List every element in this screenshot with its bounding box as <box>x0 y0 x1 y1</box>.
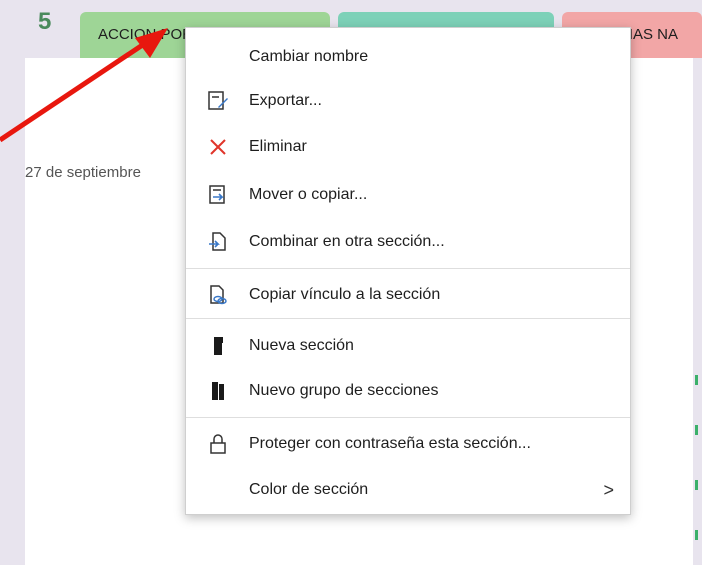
move-copy-icon <box>206 183 230 207</box>
menu-item-label: Color de sección <box>249 481 369 498</box>
menu-separator <box>186 318 630 319</box>
menu-item-rename[interactable]: Cambiar nombre <box>186 35 630 79</box>
menu-item-label: Combinar en otra sección... <box>249 233 445 250</box>
section-context-menu: Cambiar nombre Exportar... Eliminar Move… <box>185 27 631 515</box>
menu-item-new-section[interactable]: Nueva sección <box>186 324 630 368</box>
menu-item-password-protect[interactable]: Proteger con contraseña esta sección... <box>186 422 630 466</box>
lock-icon <box>206 432 230 456</box>
menu-item-label: Proteger con contraseña esta sección... <box>249 435 531 452</box>
menu-separator <box>186 417 630 418</box>
menu-separator <box>186 268 630 269</box>
merge-icon <box>206 230 230 254</box>
menu-item-copy-link[interactable]: Copiar vínculo a la sección <box>186 273 630 317</box>
menu-item-merge[interactable]: Combinar en otra sección... <box>186 220 630 264</box>
delete-x-icon <box>206 135 230 159</box>
menu-item-new-section-group[interactable]: Nuevo grupo de secciones <box>186 369 630 413</box>
menu-item-label: Eliminar <box>249 138 307 155</box>
copy-link-icon <box>206 283 230 307</box>
menu-item-section-color[interactable]: Color de sección > <box>186 468 630 512</box>
menu-item-label: Nuevo grupo de secciones <box>249 382 439 399</box>
menu-item-label: Cambiar nombre <box>249 48 369 65</box>
menu-item-label: Nueva sección <box>249 337 354 354</box>
new-section-icon <box>206 334 230 358</box>
menu-item-label: Mover o copiar... <box>249 186 368 203</box>
chevron-right-icon: > <box>603 479 614 500</box>
menu-item-label: Copiar vínculo a la sección <box>249 286 441 303</box>
menu-item-move-copy[interactable]: Mover o copiar... <box>186 173 630 217</box>
menu-item-label: Exportar... <box>249 92 322 109</box>
export-icon <box>206 89 230 113</box>
menu-item-delete[interactable]: Eliminar <box>186 125 630 169</box>
new-section-group-icon <box>206 379 230 403</box>
menu-item-export[interactable]: Exportar... <box>186 79 630 123</box>
